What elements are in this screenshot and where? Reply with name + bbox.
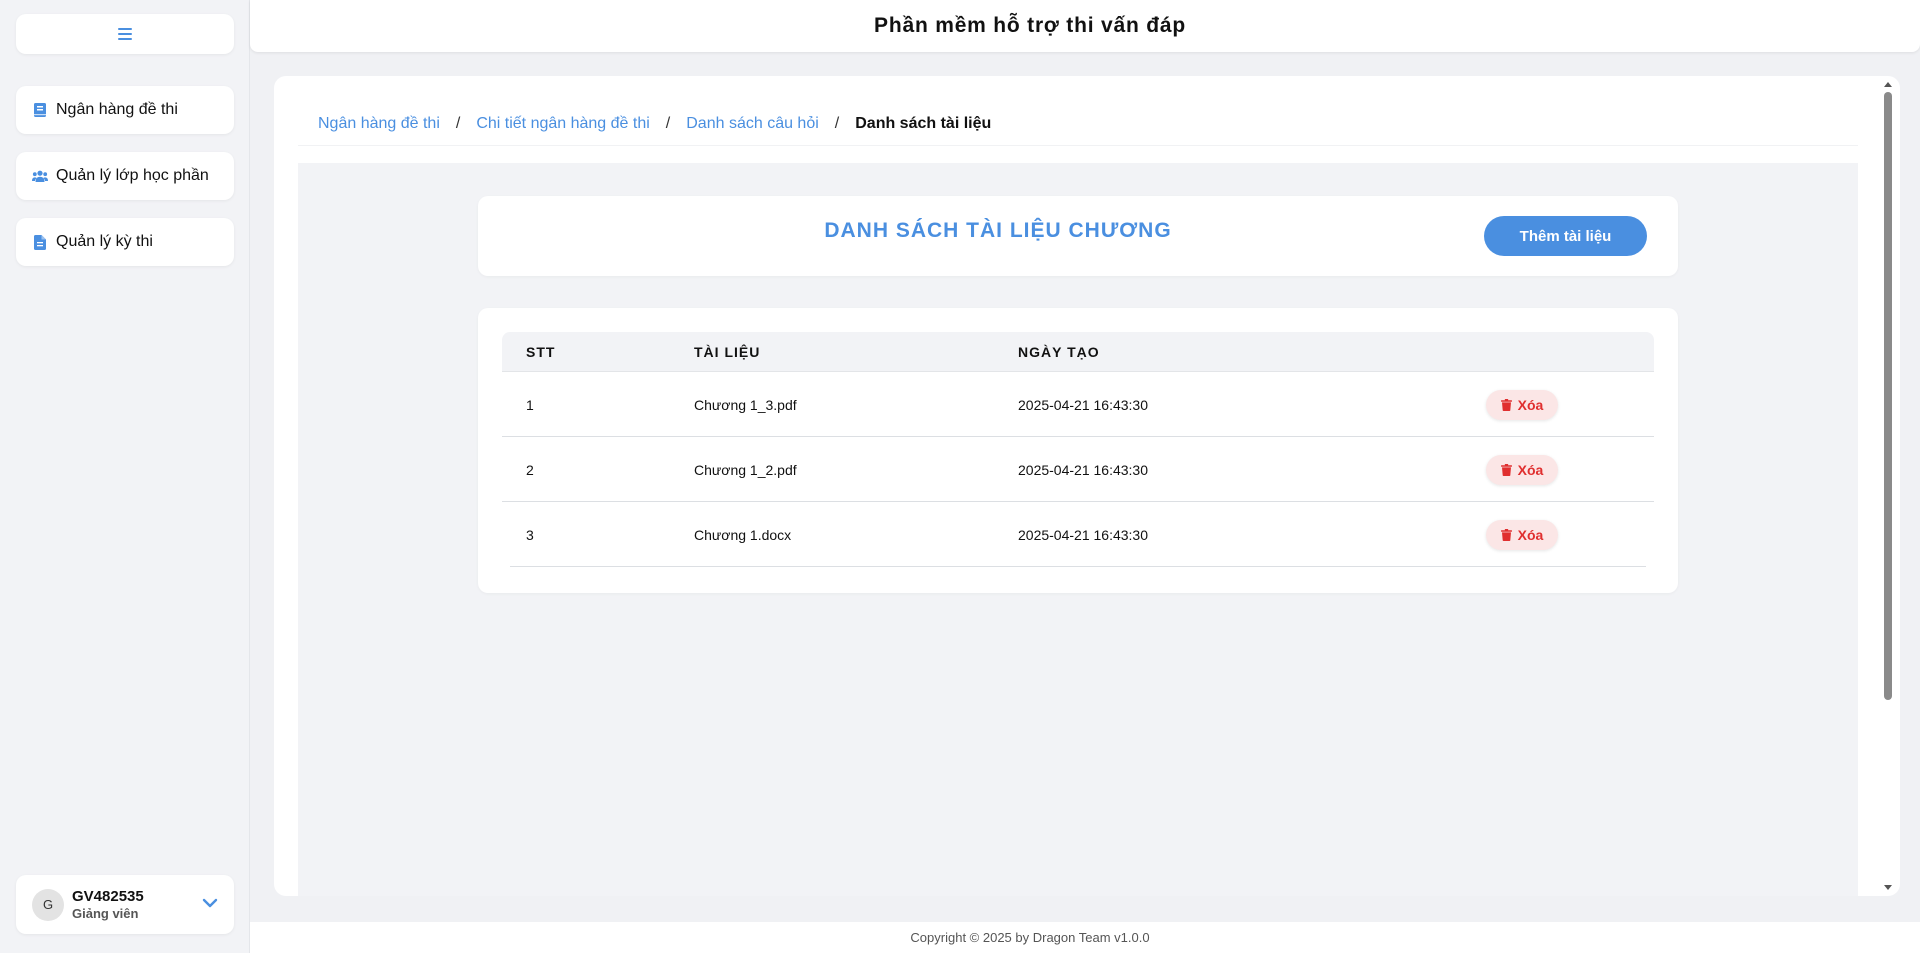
copyright-text: Copyright © 2025 by Dragon Team v1.0.0	[910, 930, 1150, 945]
sidebar-item-question-bank[interactable]: Ngân hàng đề thi	[16, 86, 234, 134]
delete-button[interactable]: Xóa	[1486, 455, 1558, 485]
breadcrumb-item-question-bank[interactable]: Ngân hàng đề thi	[318, 115, 440, 133]
column-header-stt: STT	[526, 344, 556, 360]
column-header-created: NGÀY TẠO	[1018, 344, 1100, 360]
row-created: 2025-04-21 16:43:30	[1018, 462, 1148, 478]
delete-label: Xóa	[1517, 527, 1544, 543]
hamburger-icon	[118, 28, 132, 40]
menu-toggle-button[interactable]	[16, 14, 234, 54]
breadcrumb-item-bank-detail[interactable]: Chi tiết ngân hàng đề thi	[476, 115, 649, 133]
row-document: Chương 1_2.pdf	[694, 462, 797, 478]
sidebar-item-label: Quản lý kỳ thi	[56, 233, 153, 250]
users-icon	[32, 168, 48, 184]
list-title: DANH SÁCH TÀI LIỆU CHƯƠNG	[824, 219, 1172, 242]
row-stt: 2	[526, 462, 534, 478]
sidebar-item-exam-management[interactable]: Quản lý kỳ thi	[16, 218, 234, 266]
avatar: G	[32, 888, 64, 921]
table-row: 1 Chương 1_3.pdf 2025-04-21 16:43:30 Xóa	[502, 372, 1654, 437]
delete-label: Xóa	[1517, 462, 1544, 478]
app-title: Phần mềm hỗ trợ thi vấn đáp	[874, 14, 1186, 37]
file-icon	[32, 234, 48, 250]
row-created: 2025-04-21 16:43:30	[1018, 397, 1148, 413]
row-document: Chương 1_3.pdf	[694, 397, 797, 413]
scroll-thumb[interactable]	[1884, 92, 1892, 700]
delete-button[interactable]: Xóa	[1486, 520, 1558, 550]
row-document: Chương 1.docx	[694, 527, 792, 543]
main-panel: Ngân hàng đề thi / Chi tiết ngân hàng đề…	[274, 76, 1900, 896]
sidebar-item-label: Ngân hàng đề thi	[56, 101, 178, 118]
sidebar: Ngân hàng đề thi Quản lý lớp học phần Qu…	[0, 0, 250, 953]
table-row: 2 Chương 1_2.pdf 2025-04-21 16:43:30 Xóa	[502, 437, 1654, 502]
book-icon	[32, 102, 48, 118]
add-document-button[interactable]: Thêm tài liệu	[1484, 216, 1647, 256]
row-stt: 3	[526, 527, 534, 543]
row-stt: 1	[526, 397, 534, 413]
sidebar-item-label: Quản lý lớp học phần	[56, 167, 209, 184]
app-header: Phần mềm hỗ trợ thi vấn đáp	[250, 0, 1920, 52]
breadcrumb: Ngân hàng đề thi / Chi tiết ngân hàng đề…	[298, 102, 1858, 146]
user-profile-card[interactable]: G GV482535 Giảng viên	[16, 875, 234, 934]
breadcrumb-separator: /	[834, 114, 840, 132]
user-role: Giảng viên	[72, 905, 139, 921]
documents-table: STT TÀI LIỆU NGÀY TẠO 1 Chương 1_3.pdf 2…	[478, 308, 1678, 593]
row-created: 2025-04-21 16:43:30	[1018, 527, 1148, 543]
breadcrumb-item-question-list[interactable]: Danh sách câu hỏi	[686, 115, 819, 133]
chevron-down-icon[interactable]	[202, 895, 218, 913]
trash-icon	[1500, 529, 1512, 541]
delete-button[interactable]: Xóa	[1486, 390, 1558, 420]
table-row: 3 Chương 1.docx 2025-04-21 16:43:30 Xóa	[510, 502, 1646, 567]
list-header-card: DANH SÁCH TÀI LIỆU CHƯƠNG Thêm tài liệu	[478, 196, 1678, 276]
breadcrumb-separator: /	[455, 114, 461, 132]
user-name: GV482535	[72, 887, 144, 905]
breadcrumb-current: Danh sách tài liệu	[855, 114, 992, 132]
breadcrumb-separator: /	[665, 114, 671, 132]
delete-label: Xóa	[1517, 397, 1544, 413]
trash-icon	[1500, 464, 1512, 476]
column-header-document: TÀI LIỆU	[694, 344, 761, 360]
scroll-up-arrow-icon[interactable]	[1884, 82, 1892, 87]
footer: Copyright © 2025 by Dragon Team v1.0.0	[250, 922, 1920, 953]
scrollbar[interactable]	[1880, 76, 1896, 896]
trash-icon	[1500, 399, 1512, 411]
sidebar-item-class-management[interactable]: Quản lý lớp học phần	[16, 152, 234, 200]
table-header: STT TÀI LIỆU NGÀY TẠO	[502, 332, 1654, 372]
scroll-down-arrow-icon[interactable]	[1884, 885, 1892, 890]
content-area: DANH SÁCH TÀI LIỆU CHƯƠNG Thêm tài liệu …	[298, 163, 1858, 896]
